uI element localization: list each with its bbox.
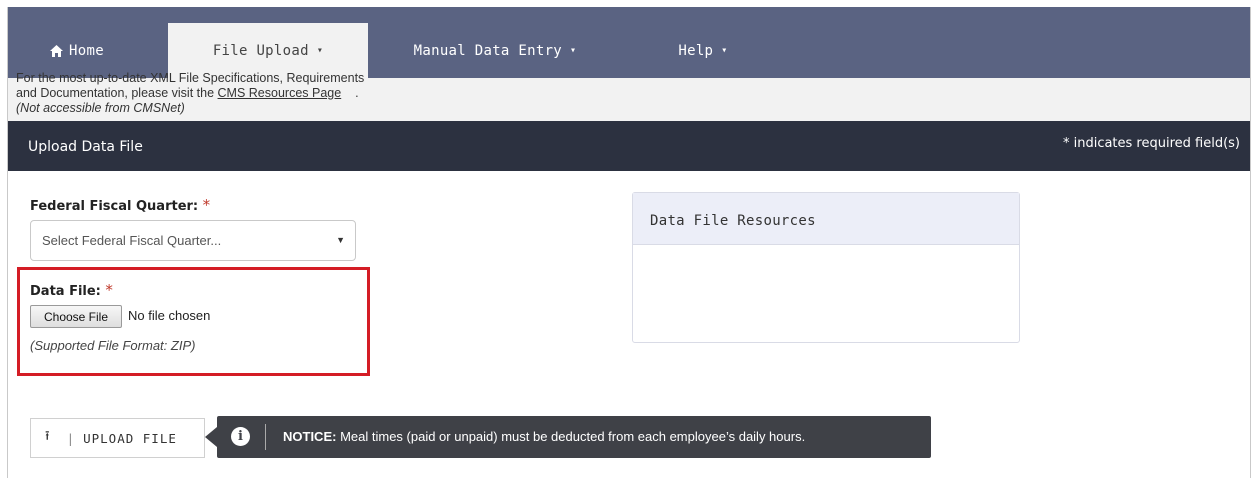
chevron-down-icon: ▾ xyxy=(721,45,728,56)
resources-panel: Data File Resources xyxy=(632,192,1020,343)
notice-tooltip: i NOTICE: Meal times (paid or unpaid) mu… xyxy=(217,416,931,458)
chevron-down-icon: ▾ xyxy=(316,45,324,56)
nav-help-label: Help xyxy=(678,42,714,59)
info-icon: i xyxy=(231,427,250,446)
top-navbar: Home File Upload ▾ Manual Data Entry ▾ H… xyxy=(8,7,1250,78)
resources-body: For the most up-to-date XML File Specifi… xyxy=(16,71,376,116)
required-star: * xyxy=(202,196,211,214)
fiscal-quarter-label: Federal Fiscal Quarter: * xyxy=(30,196,210,214)
section-header: Upload Data File * indicates required fi… xyxy=(8,121,1250,171)
fiscal-quarter-label-text: Federal Fiscal Quarter: xyxy=(30,199,199,214)
resources-title: Data File Resources xyxy=(650,213,816,229)
nav-manual-data-entry-label: Manual Data Entry xyxy=(413,42,563,59)
fiscal-quarter-placeholder: Select Federal Fiscal Quarter... xyxy=(42,233,222,248)
nav-home[interactable]: Home xyxy=(26,23,128,78)
choose-file-button[interactable]: Choose File xyxy=(30,305,122,328)
section-title: Upload Data File xyxy=(28,139,143,155)
separator: | xyxy=(66,430,76,446)
nav-manual-data-entry[interactable]: Manual Data Entry ▾ xyxy=(380,23,610,78)
cms-resources-link[interactable]: CMS Resources Page xyxy=(218,86,342,100)
resources-period: . xyxy=(355,86,359,100)
notice-divider xyxy=(265,424,266,450)
home-icon xyxy=(50,44,64,57)
upload-file-button[interactable]: ⭱ | UPLOAD FILE xyxy=(30,418,205,458)
nav-home-label: Home xyxy=(69,42,104,59)
upload-icon: ⭱ xyxy=(45,429,51,444)
data-file-label-text: Data File: xyxy=(30,284,101,299)
notice-message: Meal times (paid or unpaid) must be dedu… xyxy=(340,429,806,444)
chevron-down-icon: ▾ xyxy=(570,45,577,56)
dropdown-arrow-icon: ▼ xyxy=(336,235,345,245)
no-file-chosen-text: No file chosen xyxy=(128,308,211,323)
resources-note: (Not accessible from CMSNet) xyxy=(16,101,185,115)
upload-file-label: UPLOAD FILE xyxy=(83,430,177,446)
frame-right-border xyxy=(1250,7,1251,478)
required-note: * indicates required field(s) xyxy=(1062,136,1240,151)
nav-file-upload-label: File Upload xyxy=(212,42,309,59)
supported-format-text: (Supported File Format: ZIP) xyxy=(30,338,196,353)
fiscal-quarter-select[interactable]: Select Federal Fiscal Quarter... ▼ xyxy=(30,220,356,261)
resources-panel-header: Data File Resources xyxy=(633,193,1019,245)
data-file-label: Data File: * xyxy=(30,281,113,299)
notice-label: NOTICE: xyxy=(283,429,337,444)
nav-help[interactable]: Help ▾ xyxy=(648,23,758,78)
required-star: * xyxy=(105,281,113,299)
nav-file-upload[interactable]: File Upload ▾ xyxy=(168,23,368,78)
notice-text: NOTICE: Meal times (paid or unpaid) must… xyxy=(283,429,805,444)
notice-arrow xyxy=(205,427,217,447)
